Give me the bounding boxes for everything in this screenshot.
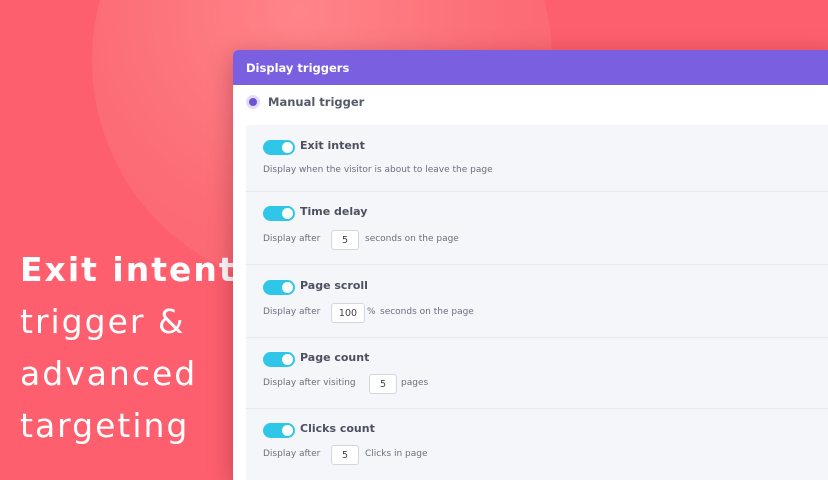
page-scroll-input[interactable]: 100: [331, 303, 365, 323]
page-scroll-suffix: seconds on the page: [380, 307, 474, 317]
trigger-row-exit-intent: Exit intent Display when the visitor is …: [246, 125, 828, 192]
page-count-prefix: Display after visiting: [263, 378, 356, 388]
trigger-row-page-count: Page count Display after visiting 5 page…: [246, 338, 828, 409]
hero-text: Exit intent trigger & advanced targeting: [20, 244, 237, 452]
trigger-row-clicks-count: Clicks count Display after 5 Clicks in p…: [246, 409, 828, 480]
toggle-knob: [282, 142, 293, 153]
time-delay-prefix: Display after: [263, 234, 321, 244]
time-delay-suffix: seconds on the page: [365, 234, 459, 244]
toggle-knob: [282, 208, 293, 219]
trigger-row-page-scroll: Page scroll Display after 100 % seconds …: [246, 265, 828, 338]
panel-title: Display triggers: [246, 60, 350, 75]
exit-intent-description: Display when the visitor is about to lea…: [263, 165, 493, 175]
clicks-count-prefix: Display after: [263, 449, 321, 459]
clicks-count-suffix: Clicks in page: [365, 449, 428, 459]
page-scroll-toggle[interactable]: [263, 280, 295, 295]
page-count-toggle[interactable]: [263, 352, 295, 367]
clicks-count-input[interactable]: 5: [331, 445, 359, 465]
manual-trigger-label: Manual trigger: [268, 95, 365, 109]
manual-trigger-option[interactable]: Manual trigger: [246, 95, 364, 109]
hero-line-1: Exit intent: [20, 250, 237, 289]
page-count-title: Page count: [300, 351, 370, 364]
clicks-count-toggle[interactable]: [263, 423, 295, 438]
trigger-list: Exit intent Display when the visitor is …: [246, 125, 828, 480]
time-delay-title: Time delay: [300, 205, 368, 218]
trigger-row-time-delay: Time delay Display after 5 seconds on th…: [246, 192, 828, 265]
page-count-input[interactable]: 5: [369, 374, 397, 394]
toggle-knob: [282, 282, 293, 293]
time-delay-toggle[interactable]: [263, 206, 295, 221]
toggle-knob: [282, 425, 293, 436]
page-scroll-prefix: Display after: [263, 307, 321, 317]
page-count-suffix: pages: [401, 378, 429, 388]
page-scroll-title: Page scroll: [300, 279, 368, 292]
hero-line-3: advanced: [20, 354, 198, 393]
hero-line-2: trigger &: [20, 302, 186, 341]
clicks-count-title: Clicks count: [300, 422, 375, 435]
hero-line-4: targeting: [20, 406, 190, 445]
toggle-knob: [282, 354, 293, 365]
radio-selected-icon[interactable]: [246, 95, 260, 109]
display-triggers-panel: Display triggers Manual trigger Exit int…: [233, 50, 828, 480]
panel-header: Display triggers: [233, 50, 828, 85]
exit-intent-toggle[interactable]: [263, 140, 295, 155]
exit-intent-title: Exit intent: [300, 139, 365, 152]
time-delay-input[interactable]: 5: [331, 230, 359, 250]
page-scroll-unit: %: [367, 307, 376, 317]
